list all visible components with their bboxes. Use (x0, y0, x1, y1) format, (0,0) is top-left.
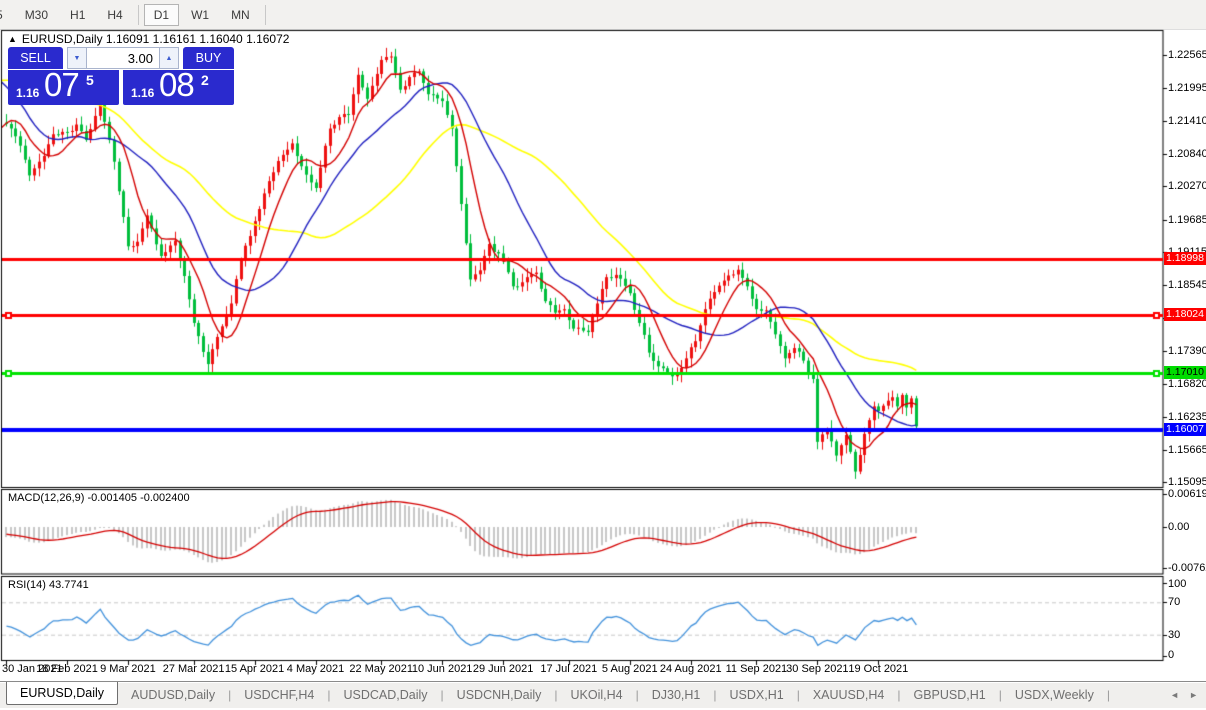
chart-tab-USDX[interactable]: USDX,H1 (717, 682, 797, 708)
sell-price-pip: 5 (86, 72, 94, 88)
chart-tab-USDCAD[interactable]: USDCAD,Daily (331, 682, 441, 708)
buy-price-display[interactable]: 1.16 08 2 (123, 70, 234, 105)
chart-tab-USDX[interactable]: USDX,Weekly (1002, 682, 1107, 708)
tab-separator: | (1107, 682, 1110, 708)
chart-tab-bar: EURUSD,DailyAUDUSD,Daily|USDCHF,H4|USDCA… (0, 681, 1206, 708)
buy-price-pip: 2 (201, 72, 209, 88)
chart-tab-EURUSD[interactable]: EURUSD,Daily (6, 682, 118, 705)
sell-price-big: 07 (44, 66, 79, 104)
rsi-indicator-label: RSI(14) 43.7741 (8, 579, 89, 591)
chart-symbol-header: ▲ EURUSD,Daily 1.16091 1.16161 1.16040 1.… (8, 32, 289, 46)
buy-price-prefix: 1.16 (131, 86, 154, 100)
volume-input[interactable] (87, 47, 159, 69)
tab-scroll-arrows: ◄► (1170, 682, 1206, 708)
sell-price-display[interactable]: 1.16 07 5 (8, 70, 119, 105)
buy-price-big: 08 (159, 66, 194, 104)
chart-tab-AUDUSD[interactable]: AUDUSD,Daily (118, 682, 228, 708)
macd-indicator-label: MACD(12,26,9) -0.001405 -0.002400 (8, 492, 190, 504)
chart-tab-USDCHF[interactable]: USDCHF,H4 (231, 682, 327, 708)
tab-scroll-left-icon[interactable]: ◄ (1170, 690, 1179, 700)
trading-platform-window: 5M30H1H4D1W1MN ▲EURUSD,Daily 1.16091 1.1… (0, 0, 1206, 710)
symbol-ohlc-text: EURUSD,Daily 1.16091 1.16161 1.16040 1.1… (22, 32, 290, 46)
chart-tab-USDCNH[interactable]: USDCNH,Daily (444, 682, 555, 708)
chart-tab-DJ30[interactable]: DJ30,H1 (639, 682, 714, 708)
one-click-trade-widget: SELL ▼ ▲ BUY 1.16 07 5 1.16 08 2 (8, 47, 234, 105)
price-chart-canvas[interactable] (0, 0, 1206, 710)
chart-tab-XAUUSD[interactable]: XAUUSD,H4 (800, 682, 898, 708)
sell-price-prefix: 1.16 (16, 86, 39, 100)
collapse-panel-icon[interactable]: ▲ (8, 34, 17, 44)
chart-tab-UKOil[interactable]: UKOil,H4 (558, 682, 636, 708)
tab-scroll-right-icon[interactable]: ► (1189, 690, 1198, 700)
chart-tab-GBPUSD[interactable]: GBPUSD,H1 (901, 682, 999, 708)
